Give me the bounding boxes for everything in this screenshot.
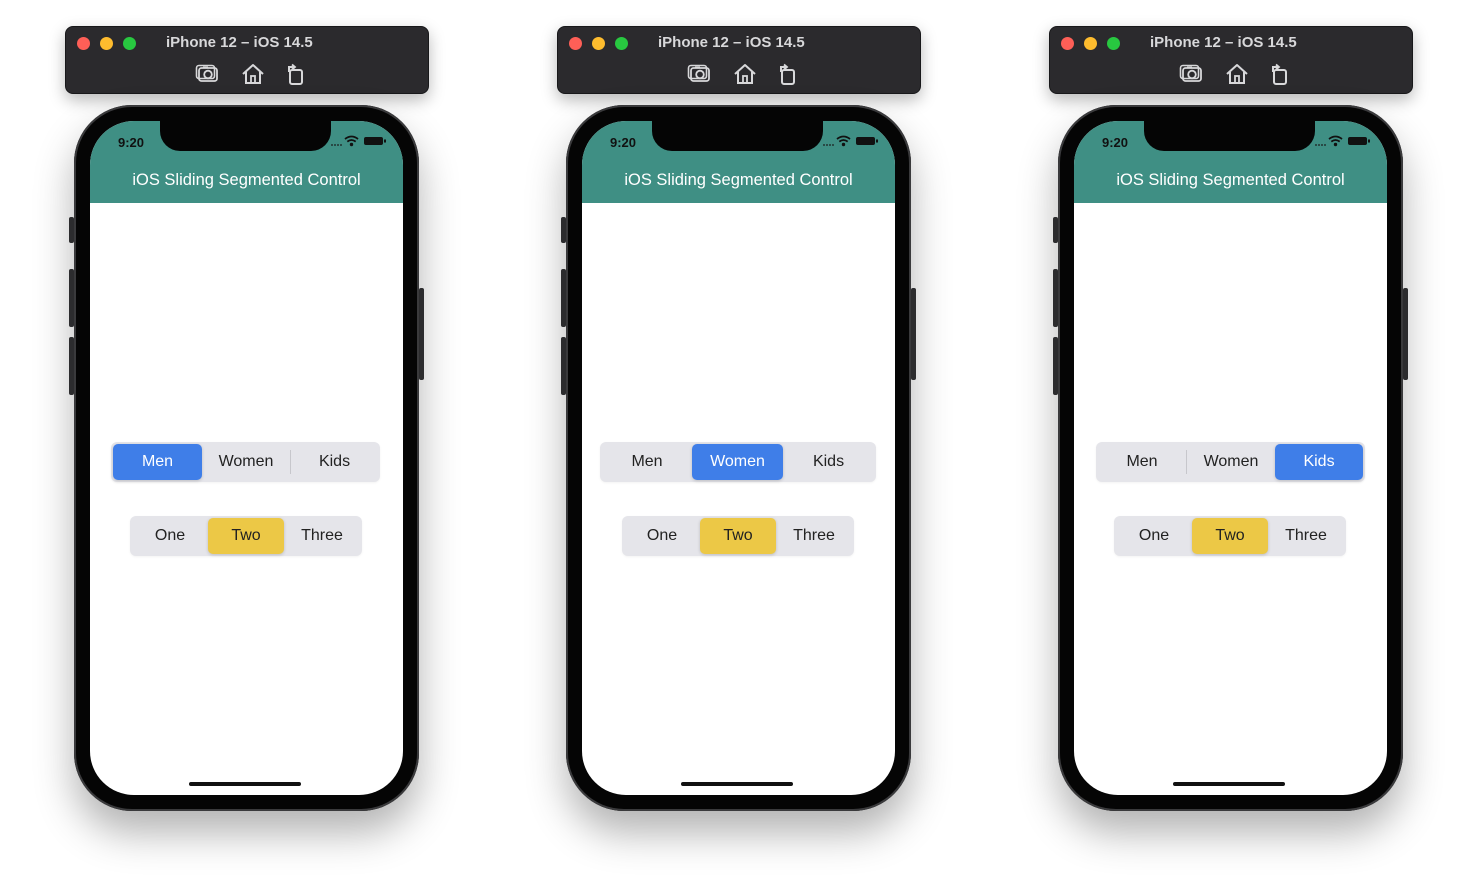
device-screen: 9:20 iOS Sliding Segmented Control Men W… — [90, 121, 403, 795]
segment-women[interactable]: Women — [692, 444, 783, 480]
segment-kids[interactable]: Kids — [783, 444, 874, 480]
status-icons — [1312, 134, 1374, 148]
device-screen: 9:20 iOS Sliding Segmented Control Men W… — [1074, 121, 1387, 795]
status-icons — [820, 134, 882, 148]
power-button — [911, 288, 916, 380]
volume-down-button — [69, 337, 74, 395]
device-screen: 9:20 iOS Sliding Segmented Control Men W… — [582, 121, 895, 795]
simulator-title: iPhone 12 – iOS 14.5 — [166, 34, 313, 51]
close-window-button[interactable] — [1061, 37, 1074, 50]
gender-segmented-control: Men Women Kids — [1096, 442, 1365, 482]
home-icon[interactable] — [1224, 61, 1250, 87]
segment-three[interactable]: Three — [776, 518, 852, 554]
segment-one[interactable]: One — [132, 518, 208, 554]
number-segmented-control: One Two Three — [130, 516, 362, 556]
segment-kids[interactable]: Kids — [291, 444, 378, 480]
status-time: 9:20 — [1102, 135, 1129, 150]
simulator-title: iPhone 12 – iOS 14.5 — [1150, 34, 1297, 51]
zoom-window-button[interactable] — [615, 37, 628, 50]
battery-icon — [856, 137, 878, 145]
wifi-icon — [344, 135, 359, 147]
camera-icon[interactable] — [1179, 61, 1205, 87]
segment-three[interactable]: Three — [284, 518, 360, 554]
camera-icon[interactable] — [195, 61, 221, 87]
simulator-toolbar: iPhone 12 – iOS 14.5 — [557, 26, 921, 94]
silent-switch — [561, 217, 566, 243]
silent-switch — [1053, 217, 1058, 243]
notch — [160, 121, 331, 151]
segment-one[interactable]: One — [624, 518, 700, 554]
zoom-window-button[interactable] — [123, 37, 136, 50]
battery-icon — [364, 137, 386, 145]
app-title: iOS Sliding Segmented Control — [624, 171, 853, 189]
home-icon[interactable] — [240, 61, 266, 87]
app-bar: 9:20 iOS Sliding Segmented Control — [1074, 121, 1387, 203]
app-title: iOS Sliding Segmented Control — [1116, 171, 1345, 189]
volume-down-button — [1053, 337, 1058, 395]
wifi-icon — [1328, 135, 1343, 147]
zoom-window-button[interactable] — [1107, 37, 1120, 50]
gender-segmented-control: Men Women Kids — [600, 442, 876, 482]
close-window-button[interactable] — [77, 37, 90, 50]
power-button — [419, 288, 424, 380]
status-icons — [328, 134, 390, 148]
app-title: iOS Sliding Segmented Control — [132, 171, 361, 189]
close-window-button[interactable] — [569, 37, 582, 50]
simulator-window-2: iPhone 12 – iOS 14.5 9:20 iOS Sliding Se… — [557, 26, 921, 826]
simulator-toolbar: iPhone 12 – iOS 14.5 — [1049, 26, 1413, 94]
volume-up-button — [561, 269, 566, 327]
minimize-window-button[interactable] — [1084, 37, 1097, 50]
simulator-title: iPhone 12 – iOS 14.5 — [658, 34, 805, 51]
segment-women[interactable]: Women — [202, 444, 290, 480]
segment-three[interactable]: Three — [1268, 518, 1344, 554]
notch — [1144, 121, 1315, 151]
number-segmented-control: One Two Three — [622, 516, 854, 556]
status-time: 9:20 — [118, 135, 145, 150]
segment-men[interactable]: Men — [113, 444, 202, 480]
app-bar: 9:20 iOS Sliding Segmented Control — [582, 121, 895, 203]
power-button — [1403, 288, 1408, 380]
segment-two[interactable]: Two — [208, 518, 284, 554]
status-time: 9:20 — [610, 135, 637, 150]
rotate-icon[interactable] — [775, 61, 801, 87]
segment-men[interactable]: Men — [602, 444, 692, 480]
segment-kids[interactable]: Kids — [1275, 444, 1363, 480]
simulator-window-3: iPhone 12 – iOS 14.5 9:20 iOS Sliding Se… — [1049, 26, 1413, 826]
volume-up-button — [69, 269, 74, 327]
number-segmented-control: One Two Three — [1114, 516, 1346, 556]
gender-segmented-control: Men Women Kids — [111, 442, 380, 482]
home-icon[interactable] — [732, 61, 758, 87]
wifi-icon — [836, 135, 851, 147]
iphone-device: 9:20 iOS Sliding Segmented Control Men W… — [1053, 105, 1408, 811]
segment-two[interactable]: Two — [1192, 518, 1268, 554]
segment-two[interactable]: Two — [700, 518, 776, 554]
rotate-icon[interactable] — [1267, 61, 1293, 87]
battery-icon — [1348, 137, 1370, 145]
volume-down-button — [561, 337, 566, 395]
home-indicator[interactable] — [681, 782, 793, 786]
home-indicator[interactable] — [1173, 782, 1285, 786]
segment-women[interactable]: Women — [1187, 444, 1275, 480]
notch — [652, 121, 823, 151]
segment-men[interactable]: Men — [1098, 444, 1186, 480]
rotate-icon[interactable] — [283, 61, 309, 87]
simulator-toolbar: iPhone 12 – iOS 14.5 — [65, 26, 429, 94]
volume-up-button — [1053, 269, 1058, 327]
iphone-device: 9:20 iOS Sliding Segmented Control Men W… — [561, 105, 916, 811]
silent-switch — [69, 217, 74, 243]
iphone-device: 9:20 iOS Sliding Segmented Control Men W… — [69, 105, 424, 811]
home-indicator[interactable] — [189, 782, 301, 786]
segment-one[interactable]: One — [1116, 518, 1192, 554]
minimize-window-button[interactable] — [592, 37, 605, 50]
minimize-window-button[interactable] — [100, 37, 113, 50]
simulator-window-1: iPhone 12 – iOS 14.5 9:20 iOS Sliding Se… — [65, 26, 429, 826]
app-bar: 9:20 iOS Sliding Segmented Control — [90, 121, 403, 203]
camera-icon[interactable] — [687, 61, 713, 87]
